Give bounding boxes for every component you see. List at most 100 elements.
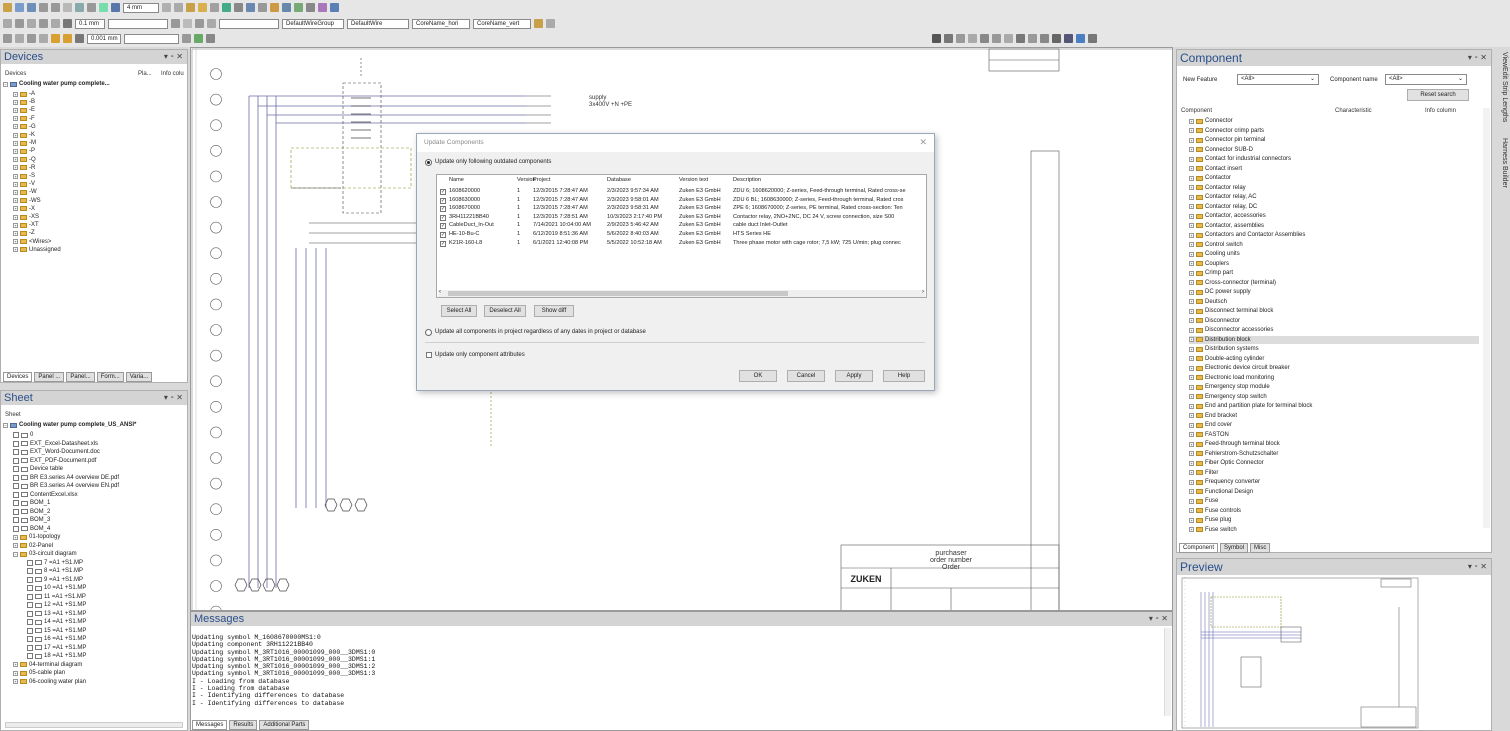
expand-icon[interactable]: +: [1189, 318, 1194, 323]
align-icon[interactable]: [174, 3, 183, 12]
component-list-item[interactable]: + Contactors and Contactor Assemblies: [1189, 231, 1479, 239]
expand-icon[interactable]: +: [1189, 460, 1194, 466]
sheet-tree-item[interactable]: 15 =A1 +S1.MP: [27, 627, 86, 635]
pan-icon[interactable]: [968, 34, 977, 43]
component-list-item[interactable]: + Disconnect terminal block: [1189, 307, 1479, 315]
sheet-tree-item[interactable]: 0: [13, 431, 33, 439]
sheet-tree-item[interactable]: EXT_Excel-Datasheet.xls: [13, 440, 98, 448]
expand-icon[interactable]: +: [1189, 185, 1194, 190]
sheet-tree-item[interactable]: BOM_1: [13, 499, 50, 507]
text-icon[interactable]: [258, 3, 267, 12]
measure-icon[interactable]: [207, 19, 216, 28]
devices-tab[interactable]: Form...: [96, 371, 124, 382]
sheet-checkbox[interactable]: [27, 559, 33, 566]
deselect-all-button[interactable]: Deselect All: [484, 305, 526, 317]
expand-icon[interactable]: +: [1189, 213, 1194, 219]
component-info-column-header[interactable]: Info column: [1425, 108, 1456, 114]
expand-icon[interactable]: +: [1189, 403, 1194, 409]
sheet-checkbox[interactable]: [13, 474, 19, 481]
component-list-item[interactable]: + Fuse plug: [1189, 516, 1479, 524]
device-tree-item[interactable]: + -G: [13, 123, 36, 131]
expand-icon[interactable]: +: [13, 148, 18, 154]
component-list-item[interactable]: + End cover: [1189, 421, 1479, 429]
radio-update-all[interactable]: [425, 329, 432, 336]
sheet-checkbox[interactable]: [27, 644, 33, 651]
component-list-item[interactable]: + Frequency converter: [1189, 478, 1479, 486]
folder-closed-icon[interactable]: [63, 34, 72, 43]
window-icon[interactable]: [1088, 34, 1097, 43]
expand-icon[interactable]: +: [1189, 128, 1194, 133]
component-list-item[interactable]: + Crimp part: [1189, 269, 1479, 277]
component-list-item[interactable]: + End and partition plate for terminal bl…: [1189, 402, 1479, 410]
sheet-tree-item[interactable]: EXT_PDF-Document.pdf: [13, 457, 96, 465]
sheet-tree-item[interactable]: 17 =A1 +S1.MP: [27, 644, 86, 652]
sheet-checkbox[interactable]: [27, 619, 33, 625]
sheet-checkbox[interactable]: [13, 525, 19, 532]
expand-icon[interactable]: +: [1189, 242, 1194, 247]
component-list-item[interactable]: + FASTON: [1189, 431, 1479, 439]
fit-icon[interactable]: [1040, 34, 1049, 43]
device-tree-item[interactable]: + <Wires>: [13, 238, 51, 246]
device-tree-item[interactable]: + -R: [13, 164, 35, 172]
component-list-item[interactable]: + Contact insert: [1189, 165, 1479, 173]
line-width-select-2[interactable]: 0.1 mm: [75, 18, 105, 29]
expand-icon[interactable]: +: [13, 662, 18, 667]
redo-icon[interactable]: [51, 3, 60, 12]
component-icon[interactable]: [206, 34, 215, 43]
sheet-tree-item[interactable]: +01-topology: [13, 533, 60, 541]
sheet-checkbox[interactable]: [27, 653, 33, 659]
devices-tab[interactable]: Varia...: [125, 371, 153, 382]
print-icon[interactable]: [63, 3, 72, 12]
device-tree-item[interactable]: + -XT: [13, 221, 39, 229]
refresh-icon[interactable]: [1052, 34, 1061, 43]
expand-icon[interactable]: +: [1189, 261, 1194, 266]
table-horizontal-scrollbar[interactable]: ‹ ›: [438, 289, 925, 297]
sheet-checkbox[interactable]: [27, 627, 33, 634]
component-tab[interactable]: Component: [1179, 542, 1219, 553]
sheet-column-header[interactable]: Sheet: [5, 412, 21, 418]
select-tool-icon[interactable]: [111, 3, 120, 12]
device-tree-item[interactable]: + -WS: [13, 197, 41, 205]
expand-icon[interactable]: +: [13, 99, 18, 105]
expand-icon[interactable]: +: [1189, 432, 1194, 437]
highlight-icon[interactable]: [270, 3, 279, 12]
sheet-tree-item[interactable]: +06-cooling water plan: [13, 678, 86, 686]
component-list-item[interactable]: + Connector crimp parts: [1189, 127, 1479, 135]
devices-tab[interactable]: Devices: [3, 371, 33, 382]
device-tree-item[interactable]: + -E: [13, 106, 35, 114]
component-tab[interactable]: Symbol: [1220, 542, 1249, 553]
sheet-tree-item[interactable]: BR E3.series A4 overview DE.pdf: [13, 474, 119, 482]
expand-icon[interactable]: +: [1189, 441, 1194, 447]
component-list-item[interactable]: + Filter: [1189, 469, 1479, 477]
device-tree-item[interactable]: + -F: [13, 115, 35, 123]
expand-icon[interactable]: +: [1189, 498, 1194, 504]
new-feature-select[interactable]: <All> ⌄: [1237, 74, 1319, 85]
expand-icon[interactable]: +: [1189, 337, 1194, 342]
messages-tab[interactable]: Messages: [192, 719, 228, 730]
folder-open-icon[interactable]: [51, 34, 60, 43]
info-column-header[interactable]: Info colu: [161, 71, 184, 77]
table-column-header[interactable]: Description: [733, 177, 761, 184]
row-checkbox[interactable]: ✓: [440, 232, 446, 238]
sheet-checkbox[interactable]: [27, 610, 33, 617]
sheet-tree-item[interactable]: BOM_4: [13, 525, 50, 533]
component-list-item[interactable]: + Double-acting cylinder: [1189, 355, 1479, 363]
device-tree-item[interactable]: + -P: [13, 147, 35, 155]
folder-icon[interactable]: [198, 3, 207, 12]
component-list-item[interactable]: + Fuse switch: [1189, 526, 1479, 534]
expand-icon[interactable]: +: [13, 543, 18, 548]
placement-column-header[interactable]: Pla...: [138, 71, 152, 77]
line-tool-icon[interactable]: [99, 3, 108, 12]
expand-icon[interactable]: +: [13, 116, 18, 122]
terminal-icon[interactable]: [3, 19, 12, 28]
messages-tab[interactable]: Results: [229, 719, 258, 730]
line-width-select-3[interactable]: 0.001 mm: [87, 33, 121, 44]
distribute-icon[interactable]: [1028, 34, 1037, 43]
device-tree-item[interactable]: + -W: [13, 188, 37, 196]
expand-icon[interactable]: +: [13, 132, 18, 138]
sheet-horizontal-scrollbar[interactable]: [5, 722, 183, 728]
component-list-item[interactable]: + Electronic device circuit breaker: [1189, 364, 1479, 372]
undo-icon[interactable]: [39, 3, 48, 12]
component-list-item[interactable]: + Disconnector: [1189, 317, 1479, 325]
arrow-icon[interactable]: [171, 19, 180, 28]
